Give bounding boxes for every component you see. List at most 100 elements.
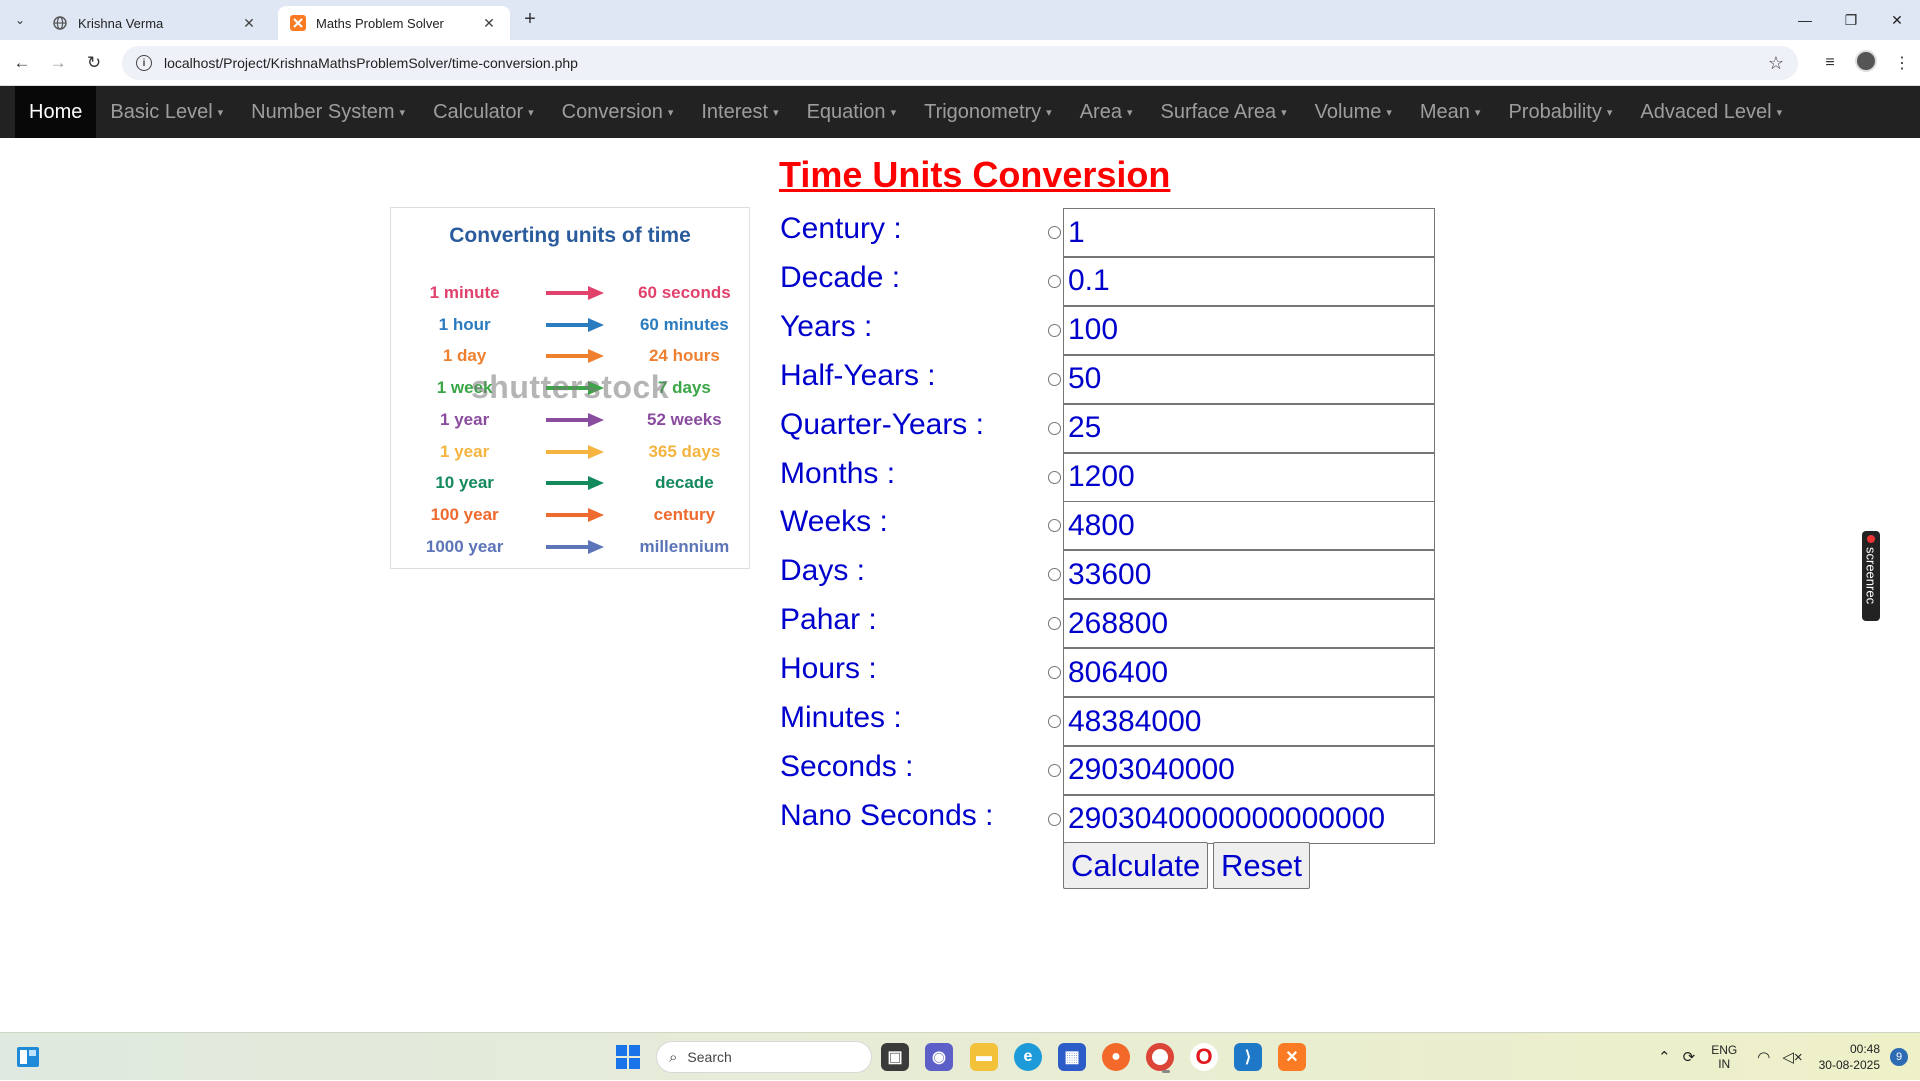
days-input[interactable]	[1063, 550, 1435, 600]
nav-item-volume[interactable]: Volume ▾	[1301, 86, 1406, 138]
close-tab-icon[interactable]: ✕	[480, 15, 498, 32]
time-units-infographic: Converting units of time 1 minute 60 seco…	[390, 207, 750, 569]
decade-input[interactable]	[1063, 256, 1435, 306]
new-tab-button[interactable]: +	[518, 8, 542, 32]
media-control-icon[interactable]: ≡	[1812, 54, 1848, 72]
quarter-years-radio[interactable]	[1048, 421, 1061, 435]
minutes-radio[interactable]	[1048, 715, 1061, 728]
tab-title: Maths Problem Solver	[316, 15, 444, 31]
pahar-input[interactable]	[1063, 599, 1435, 649]
url-text[interactable]: localhost/Project/KrishnaMathsProblemSol…	[164, 55, 1768, 71]
teams-icon[interactable]: ◉	[925, 1043, 953, 1071]
months-label: Months :	[780, 456, 896, 490]
to-unit: decade	[655, 473, 714, 493]
weeks-radio[interactable]	[1048, 519, 1061, 533]
taskbar-clock[interactable]: 00:48 30-08-2025	[1819, 1041, 1880, 1073]
nav-item-mean[interactable]: Mean ▾	[1406, 86, 1495, 138]
from-unit: 1 year	[440, 409, 490, 429]
conversion-row: 1000 year millennium	[391, 532, 749, 562]
half-years-radio[interactable]	[1048, 372, 1061, 386]
decade-label: Decade :	[780, 260, 901, 294]
site-info-icon[interactable]: i	[136, 55, 152, 71]
chevron-up-icon[interactable]: ⌃	[1658, 1048, 1671, 1066]
opera-icon[interactable]: O	[1190, 1043, 1218, 1071]
profile-avatar[interactable]	[1848, 49, 1884, 77]
close-window-icon[interactable]: ✕	[1874, 0, 1920, 40]
url-bar[interactable]: i localhost/Project/KrishnaMathsProblemS…	[122, 46, 1798, 80]
nav-item-advaced-level[interactable]: Advaced Level ▾	[1626, 86, 1796, 138]
file-explorer-icon[interactable]: ▬	[970, 1043, 998, 1071]
nav-item-basic-level[interactable]: Basic Level ▾	[96, 86, 237, 138]
nav-item-probability[interactable]: Probability ▾	[1494, 86, 1626, 138]
tab-search-button[interactable]: ⌄	[8, 8, 32, 32]
pahar-radio[interactable]	[1048, 617, 1061, 631]
kebab-menu-icon[interactable]: ⋮	[1884, 53, 1920, 73]
notification-badge[interactable]: 9	[1890, 1048, 1908, 1066]
wifi-icon[interactable]: ◠	[1757, 1048, 1770, 1066]
vscode-icon[interactable]: ⟩	[1234, 1043, 1262, 1071]
nav-item-area[interactable]: Area ▾	[1066, 86, 1147, 138]
screenrec-overlay[interactable]: screenrec	[1862, 531, 1880, 621]
calculate-button[interactable]: Calculate	[1063, 842, 1209, 889]
hours-radio[interactable]	[1048, 666, 1061, 680]
firefox-icon[interactable]: ●	[1102, 1043, 1130, 1071]
speaker-muted-icon[interactable]: ◁×	[1782, 1048, 1802, 1066]
months-input[interactable]	[1063, 452, 1435, 502]
conversion-row: 1 year 365 days	[391, 437, 749, 467]
nav-item-trigonometry[interactable]: Trigonometry ▾	[910, 86, 1066, 138]
nav-item-label: Area	[1079, 100, 1122, 123]
back-arrow-icon[interactable]: ←	[10, 51, 34, 75]
half-years-label: Half-Years :	[780, 358, 936, 392]
nav-item-calculator[interactable]: Calculator ▾	[419, 86, 548, 138]
tab-krishna-verma[interactable]: Krishna Verma ✕	[40, 6, 270, 40]
nav-item-label: Advaced Level	[1640, 100, 1772, 123]
close-tab-icon[interactable]: ✕	[240, 15, 258, 32]
nav-item-number-system[interactable]: Number System ▾	[237, 86, 419, 138]
caret-down-icon: ▾	[217, 106, 224, 119]
nav-item-interest[interactable]: Interest ▾	[687, 86, 792, 138]
caret-down-icon: ▾	[399, 106, 406, 119]
century-input[interactable]	[1063, 208, 1435, 257]
restore-icon[interactable]: ❐	[1828, 0, 1874, 40]
weeks-input[interactable]	[1063, 501, 1435, 551]
caret-down-icon: ▾	[1126, 106, 1133, 119]
months-radio[interactable]	[1048, 470, 1061, 484]
reload-icon[interactable]: ↻	[82, 51, 106, 75]
century-radio[interactable]	[1048, 226, 1061, 239]
chrome-icon[interactable]	[1146, 1043, 1174, 1073]
language-indicator[interactable]: ENG IN	[1711, 1043, 1737, 1071]
nav-item-home[interactable]: Home	[15, 86, 97, 138]
nano-seconds-radio[interactable]	[1048, 812, 1061, 826]
nav-item-conversion[interactable]: Conversion ▾	[548, 86, 688, 138]
years-input[interactable]	[1063, 305, 1435, 355]
years-radio[interactable]	[1048, 323, 1061, 337]
xampp-taskbar-icon[interactable]: ✕	[1278, 1043, 1306, 1071]
to-unit: 365 days	[648, 441, 721, 461]
windows-start-icon[interactable]	[616, 1045, 640, 1069]
nav-item-surface-area[interactable]: Surface Area ▾	[1146, 86, 1300, 138]
nav-item-equation[interactable]: Equation ▾	[793, 86, 911, 138]
half-years-input[interactable]	[1063, 354, 1435, 404]
days-radio[interactable]	[1048, 568, 1061, 582]
taskbar-search-box[interactable]: ⌕ Search	[656, 1041, 872, 1073]
decade-radio[interactable]	[1048, 274, 1061, 288]
tab-maths-problem-solver[interactable]: Maths Problem Solver ✕	[278, 6, 510, 40]
quarter-years-input[interactable]	[1063, 403, 1435, 453]
nano-seconds-input[interactable]	[1063, 794, 1435, 844]
minutes-input[interactable]	[1063, 697, 1435, 746]
task-view-icon[interactable]: ▣	[881, 1043, 909, 1071]
store-icon[interactable]: ▦	[1058, 1043, 1086, 1071]
bookmark-star-icon[interactable]: ☆	[1768, 53, 1784, 74]
sync-icon[interactable]: ⟳	[1683, 1048, 1696, 1066]
minutes-label: Minutes :	[780, 701, 902, 734]
widgets-icon[interactable]	[16, 1045, 40, 1069]
minimize-icon[interactable]: —	[1782, 0, 1828, 40]
seconds-input[interactable]	[1063, 745, 1435, 795]
reset-button[interactable]: Reset	[1213, 842, 1310, 889]
to-unit: century	[653, 504, 716, 524]
forward-arrow-icon[interactable]: →	[46, 51, 70, 75]
seconds-radio[interactable]	[1048, 763, 1061, 777]
edge-icon[interactable]: e	[1014, 1043, 1042, 1071]
toolbar-right: ≡ ⋮	[1812, 40, 1920, 86]
hours-input[interactable]	[1063, 648, 1435, 698]
